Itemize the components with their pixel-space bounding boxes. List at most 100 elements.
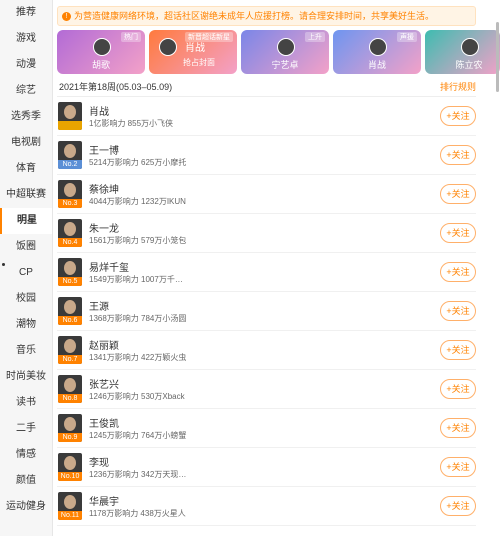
sidebar-item[interactable]: 选秀季 xyxy=(0,104,52,130)
star-name[interactable]: 赵丽颖 xyxy=(89,337,119,352)
sidebar-item[interactable]: 明星 xyxy=(0,208,52,234)
rank-badge: No.6 xyxy=(58,316,82,325)
list-item[interactable]: No.8 张艺兴 1246万影响力 530万Xback +关注 xyxy=(57,370,476,409)
banner-card[interactable]: 声援肖战 xyxy=(333,30,421,74)
rank-badge: No.10 xyxy=(58,472,82,481)
follow-button[interactable]: +关注 xyxy=(440,184,476,204)
rank-badge: No.11 xyxy=(58,511,82,520)
banner-name: 宁艺卓 xyxy=(271,60,299,70)
banner-name: 肖战 xyxy=(185,43,205,54)
banner-tag: 上升 xyxy=(305,32,325,42)
avatar: No.4 xyxy=(58,219,82,247)
sidebar-item[interactable]: 运动健身 xyxy=(0,494,52,520)
star-name[interactable]: 王一博 xyxy=(89,142,119,157)
star-name[interactable]: 华晨宇 xyxy=(89,493,119,508)
sidebar-item[interactable]: 潮物 xyxy=(0,312,52,338)
period-row: 2021年第18周(05.03–05.09) 排行规则 xyxy=(57,76,476,97)
follow-button[interactable]: +关注 xyxy=(440,106,476,126)
sidebar-item[interactable]: 推荐 xyxy=(0,0,52,26)
sidebar-item[interactable]: 情感 xyxy=(0,442,52,468)
star-name[interactable]: 李现 xyxy=(89,454,109,469)
follow-button[interactable]: +关注 xyxy=(440,223,476,243)
star-name[interactable]: 易烊千玺 xyxy=(89,259,129,274)
banner-tag: 声援 xyxy=(397,32,417,42)
list-item[interactable]: No.4 朱一龙 1561万影响力 579万小笼包 +关注 xyxy=(57,214,476,253)
star-name[interactable]: 王源 xyxy=(89,298,109,313)
sidebar-item[interactable]: 饭圈 xyxy=(0,234,52,260)
notice-text: 为营造健康网络环境，超话社区谢绝未成年人应援打榜。请合理安排时间，共享美好生活。 xyxy=(74,11,435,21)
sidebar-item[interactable]: 游戏 xyxy=(0,26,52,52)
star-stats: 4044万影响力 1232万IKUN xyxy=(89,197,186,206)
avatar-face xyxy=(64,105,76,119)
rank-badge xyxy=(58,121,82,130)
follow-button[interactable]: +关注 xyxy=(440,145,476,165)
star-stats: 1246万影响力 530万Xback xyxy=(89,392,185,401)
follow-button[interactable]: +关注 xyxy=(440,379,476,399)
sidebar-item[interactable]: 二手 xyxy=(0,416,52,442)
rank-badge: No.8 xyxy=(58,394,82,403)
banner-card[interactable]: 上升宁艺卓 xyxy=(241,30,329,74)
list-item[interactable]: 肖战 1亿影响力 855万小飞侠 +关注 xyxy=(57,97,476,136)
follow-button[interactable]: +关注 xyxy=(440,418,476,438)
scrollbar[interactable] xyxy=(496,22,499,92)
sidebar-item[interactable]: 动漫 xyxy=(0,52,52,78)
banner-card[interactable]: 新晋超话新星 肖战 抢占封面 xyxy=(149,30,237,74)
ranking-rules-link[interactable]: 排行规则 xyxy=(440,80,476,93)
list-item[interactable]: No.7 赵丽颖 1341万影响力 422万颖火虫 +关注 xyxy=(57,331,476,370)
period-label: 2021年第18周(05.03–05.09) xyxy=(59,82,173,92)
rank-badge: No.9 xyxy=(58,433,82,442)
sidebar-item[interactable]: 中超联赛 xyxy=(0,182,52,208)
list-item[interactable]: No.10 李现 1236万影响力 342万天现… +关注 xyxy=(57,448,476,487)
list-item[interactable]: No.11 华晨宇 1178万影响力 438万火星人 +关注 xyxy=(57,487,476,526)
follow-button[interactable]: +关注 xyxy=(440,457,476,477)
star-stats: 5214万影响力 625万小摩托 xyxy=(89,158,187,167)
sidebar-item[interactable]: 颜值 xyxy=(0,468,52,494)
notice-bar: ! 为营造健康网络环境，超话社区谢绝未成年人应援打榜。请合理安排时间，共享美好生活… xyxy=(57,6,476,26)
star-stats: 1549万影响力 1007万千… xyxy=(89,275,183,284)
sidebar-item[interactable]: 电视剧 xyxy=(0,130,52,156)
avatar: No.9 xyxy=(58,414,82,442)
banner-card[interactable]: 热门 胡歌 xyxy=(57,30,145,74)
avatar: No.2 xyxy=(58,141,82,169)
follow-button[interactable]: +关注 xyxy=(440,496,476,516)
banner-name: 陈立农 xyxy=(455,60,483,70)
main-content: ! 为营造健康网络环境，超话社区谢绝未成年人应援打榜。请合理安排时间，共享美好生活… xyxy=(57,0,500,536)
banner-carousel: 热门 胡歌 新晋超话新星 肖战 抢占封面 上升 宁艺卓 声援 肖战 陈立农 xyxy=(57,30,500,76)
avatar-face xyxy=(64,378,76,392)
follow-button[interactable]: +关注 xyxy=(440,340,476,360)
banner-card[interactable]: 陈立农 xyxy=(425,30,500,74)
avatar-face xyxy=(64,456,76,470)
star-name[interactable]: 朱一龙 xyxy=(89,220,119,235)
sidebar-item[interactable]: CP xyxy=(0,260,52,286)
rank-badge: No.7 xyxy=(58,355,82,364)
star-name[interactable]: 蔡徐坤 xyxy=(89,181,119,196)
star-stats: 1178万影响力 438万火星人 xyxy=(89,509,186,518)
follow-button[interactable]: +关注 xyxy=(440,262,476,282)
star-name[interactable]: 王俊凯 xyxy=(89,415,119,430)
avatar-face xyxy=(64,222,76,236)
star-name[interactable]: 肖战 xyxy=(89,103,109,118)
list-item[interactable]: No.2 王一博 5214万影响力 625万小摩托 +关注 xyxy=(57,136,476,175)
sidebar-item[interactable]: 体育 xyxy=(0,156,52,182)
rank-badge: No.3 xyxy=(58,199,82,208)
follow-button[interactable]: +关注 xyxy=(440,301,476,321)
avatar: No.8 xyxy=(58,375,82,403)
avatar: No.6 xyxy=(58,297,82,325)
sidebar-item[interactable]: 读书 xyxy=(0,390,52,416)
list-item[interactable]: No.3 蔡徐坤 4044万影响力 1232万IKUN +关注 xyxy=(57,175,476,214)
banner-tag: 热门 xyxy=(121,32,141,42)
sidebar-item[interactable]: 综艺 xyxy=(0,78,52,104)
list-item[interactable]: No.6 王源 1368万影响力 784万小汤圆 +关注 xyxy=(57,292,476,331)
banner-subtitle: 抢占封面 xyxy=(183,58,215,67)
list-item[interactable]: No.9 王俊凯 1245万影响力 764万小螃蟹 +关注 xyxy=(57,409,476,448)
sidebar: 推荐 游戏 动漫 综艺 选秀季 电视剧 体育 中超联赛 明星 饭圈 CP 校园 潮物 音乐 时尚美妆 读书 二手… xyxy=(0,0,53,536)
list-item[interactable]: No.5 易烊千玺 1549万影响力 1007万千… +关注 xyxy=(57,253,476,292)
avatar xyxy=(93,38,111,56)
sidebar-item[interactable]: 时尚美妆 xyxy=(0,364,52,390)
banner-name: 肖战 xyxy=(367,60,386,70)
sidebar-item[interactable]: 校园 xyxy=(0,286,52,312)
star-name[interactable]: 张艺兴 xyxy=(89,376,119,391)
sidebar-item[interactable]: 音乐 xyxy=(0,338,52,364)
avatar: No.5 xyxy=(58,258,82,286)
star-stats: 1368万影响力 784万小汤圆 xyxy=(89,314,187,323)
